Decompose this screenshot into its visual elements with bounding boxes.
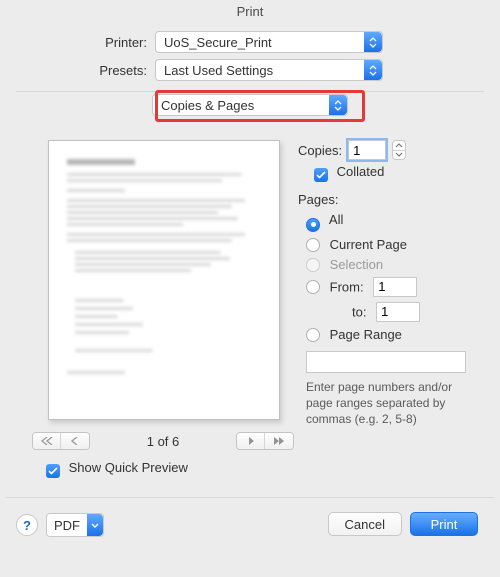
- pages-selection-label: Selection: [330, 257, 383, 272]
- copies-label: Copies:: [298, 143, 342, 158]
- quick-preview-checkbox[interactable]: [46, 464, 60, 478]
- pages-current-radio[interactable]: [306, 238, 320, 252]
- pdf-label: PDF: [54, 518, 80, 533]
- page-preview: [48, 140, 280, 420]
- divider: [6, 497, 494, 498]
- presets-label: Presets:: [0, 63, 155, 78]
- last-page-button[interactable]: [265, 433, 293, 449]
- chevron-updown-icon: [329, 95, 347, 115]
- pdf-select[interactable]: PDF: [46, 513, 104, 537]
- range-input[interactable]: [306, 351, 466, 373]
- pages-all-label: All: [329, 212, 343, 227]
- collated-label: Collated: [337, 164, 385, 179]
- first-page-button[interactable]: [33, 433, 61, 449]
- printer-select[interactable]: UoS_Secure_Print: [155, 31, 383, 53]
- from-label: From:: [330, 279, 364, 294]
- chevron-updown-icon: [364, 32, 382, 52]
- question-icon: ?: [23, 518, 31, 533]
- print-button[interactable]: Print: [410, 512, 478, 536]
- chevron-up-icon: [393, 141, 405, 151]
- chevron-down-icon: [393, 151, 405, 160]
- pages-all-radio[interactable]: [306, 218, 320, 232]
- pages-range-radio[interactable]: [306, 328, 320, 342]
- range-label: Page Range: [330, 327, 402, 342]
- page-counter: 1 of 6: [147, 434, 180, 449]
- to-label: to:: [352, 304, 366, 319]
- to-input[interactable]: [376, 302, 420, 322]
- copies-input[interactable]: [348, 140, 386, 160]
- prev-page-button[interactable]: [61, 433, 89, 449]
- presets-value: Last Used Settings: [164, 63, 273, 78]
- next-page-button[interactable]: [237, 433, 265, 449]
- presets-select[interactable]: Last Used Settings: [155, 59, 383, 81]
- chevron-updown-icon: [364, 60, 382, 80]
- collated-checkbox[interactable]: [314, 168, 328, 182]
- cancel-button[interactable]: Cancel: [328, 512, 402, 536]
- pages-heading: Pages:: [298, 192, 488, 207]
- chevron-down-icon: [87, 514, 103, 536]
- divider: [16, 91, 484, 92]
- help-button[interactable]: ?: [16, 514, 38, 536]
- dialog-title: Print: [0, 0, 500, 25]
- quick-preview-label: Show Quick Preview: [69, 460, 188, 475]
- range-hint: Enter page numbers and/or page ranges se…: [306, 379, 481, 428]
- pages-selection-radio: [306, 258, 320, 272]
- printer-value: UoS_Secure_Print: [164, 35, 272, 50]
- from-input[interactable]: [373, 277, 417, 297]
- printer-label: Printer:: [0, 35, 155, 50]
- pages-current-label: Current Page: [330, 237, 407, 252]
- section-select[interactable]: Copies & Pages: [152, 94, 348, 116]
- quick-preview-row: Show Quick Preview: [46, 460, 188, 478]
- section-value: Copies & Pages: [161, 98, 254, 113]
- copies-stepper[interactable]: [392, 140, 406, 160]
- pages-from-radio[interactable]: [306, 280, 320, 294]
